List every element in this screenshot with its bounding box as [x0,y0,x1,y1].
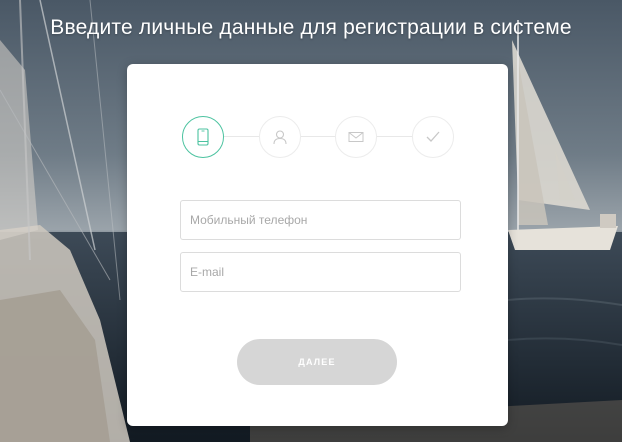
page-title: Введите личные данные для регистрации в … [50,16,572,39]
step-email [335,116,377,158]
next-button[interactable]: ДАЛЕЕ [237,339,397,385]
phone-input[interactable] [180,200,461,240]
step-connector [301,136,335,137]
user-icon [273,130,287,145]
step-personal [259,116,301,158]
envelope-icon [348,132,364,142]
progress-steps [182,116,454,158]
registration-card: ДАЛЕЕ [127,64,508,426]
step-phone [182,116,224,158]
step-connector [377,136,412,137]
mobile-phone-icon [197,128,209,146]
checkmark-icon [426,131,440,142]
step-confirm [412,116,454,158]
step-connector [224,136,259,137]
email-input[interactable] [180,252,461,292]
